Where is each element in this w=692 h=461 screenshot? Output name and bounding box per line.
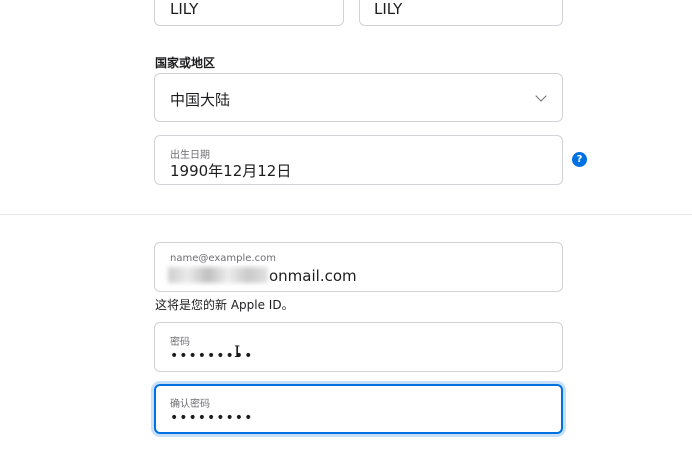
password-value: ••••••••• [170, 348, 254, 364]
email-placeholder: name@example.com [170, 253, 276, 264]
confirm-password-value: ••••••••• [170, 410, 254, 426]
apple-id-hint: 这将是您的新 Apple ID。 [155, 298, 294, 312]
confirm-password-field[interactable]: 确认密码 ••••••••• [154, 384, 563, 434]
text-cursor-icon: I [234, 342, 241, 361]
first-name-field[interactable]: LILY [154, 0, 344, 26]
email-redaction [168, 267, 268, 283]
country-select[interactable]: 中国大陆 [154, 73, 563, 122]
country-label: 国家或地区 [155, 56, 216, 70]
section-divider [0, 214, 692, 215]
birthday-field[interactable]: 出生日期 1990年12月12日 [154, 135, 563, 185]
chevron-down-icon [535, 90, 547, 102]
last-name-value: LILY [374, 0, 403, 18]
password-field[interactable]: 密码 ••••••••• [154, 322, 563, 372]
help-icon[interactable]: ? [572, 152, 587, 167]
country-value: 中国大陆 [170, 91, 231, 109]
email-value: onmail.com [269, 267, 357, 285]
first-name-value: LILY [170, 0, 199, 18]
password-label: 密码 [170, 337, 190, 348]
confirm-password-label: 确认密码 [170, 399, 210, 410]
last-name-field[interactable]: LILY [359, 0, 563, 26]
birthday-value: 1990年12月12日 [170, 162, 292, 180]
birthday-label: 出生日期 [170, 150, 210, 161]
